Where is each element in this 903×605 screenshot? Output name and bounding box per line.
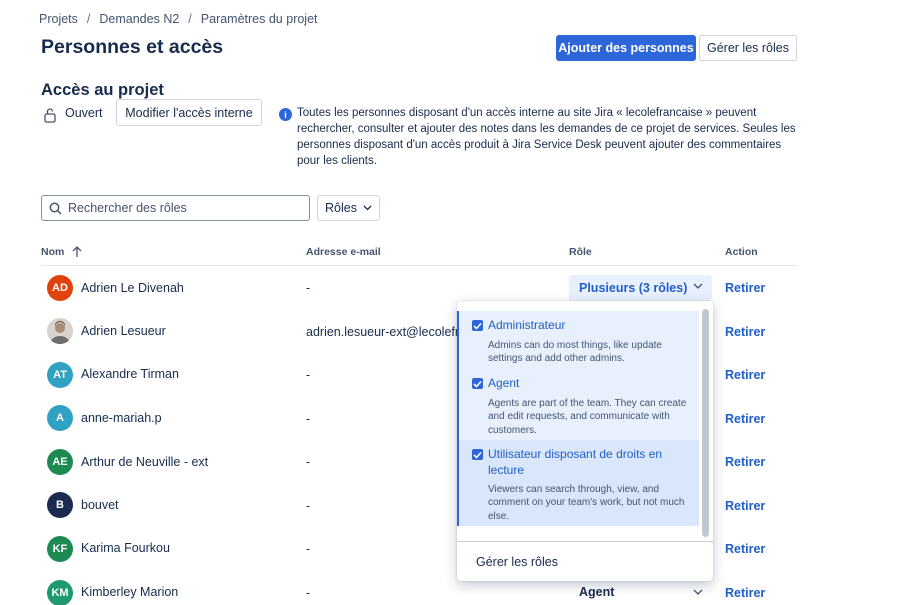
search-roles-field[interactable]: [41, 195, 310, 221]
lock-open-icon: [44, 108, 56, 123]
role-option-label: Agent: [488, 376, 520, 390]
breadcrumb-item-settings[interactable]: Paramètres du projet: [201, 12, 318, 26]
avatar: AE: [47, 449, 73, 475]
user-email: -: [306, 412, 311, 426]
remove-user-button[interactable]: Retirer: [725, 542, 765, 556]
user-name: anne-mariah.p: [81, 411, 162, 425]
info-icon: i: [279, 108, 292, 121]
manage-roles-button[interactable]: Gérer les rôles: [699, 35, 797, 61]
remove-user-button[interactable]: Retirer: [725, 455, 765, 469]
user-name: Adrien Lesueur: [81, 324, 166, 338]
user-email: -: [306, 455, 311, 469]
table-row: AE Arthur de Neuville - ext - Retirer: [0, 440, 903, 484]
role-select-value[interactable]: Agent: [579, 585, 614, 599]
search-roles-input[interactable]: [68, 201, 288, 215]
user-email: -: [306, 281, 311, 295]
user-name: Kimberley Marion: [81, 585, 179, 599]
dropdown-scrollbar[interactable]: [702, 309, 709, 537]
breadcrumb-item-project[interactable]: Demandes N2: [99, 12, 179, 26]
column-header-name[interactable]: Nom: [41, 246, 82, 258]
avatar-photo: [47, 318, 73, 344]
role-option-label: Utilisateur disposant de droits en lectu…: [488, 447, 663, 477]
user-name: Arthur de Neuville - ext: [81, 455, 209, 469]
checkbox-checked-icon[interactable]: [472, 320, 483, 331]
modify-internal-access-button[interactable]: Modifier l'accès interne: [116, 99, 262, 126]
column-header-role: Rôle: [569, 246, 592, 258]
avatar: KM: [47, 580, 73, 605]
user-name: bouvet: [81, 498, 119, 512]
remove-user-button[interactable]: Retirer: [725, 499, 765, 513]
breadcrumb-separator: /: [86, 12, 91, 26]
column-header-action: Action: [725, 246, 758, 258]
table-row: Adrien Lesueur adrien.lesueur-ext@lecole…: [0, 310, 903, 354]
remove-user-button[interactable]: Retirer: [725, 368, 765, 382]
remove-user-button[interactable]: Retirer: [725, 586, 765, 600]
breadcrumb-item-projects[interactable]: Projets: [39, 12, 78, 26]
role-select-value: Plusieurs (3 rôles): [579, 281, 688, 295]
avatar: AT: [47, 362, 73, 388]
role-option-label: Administrateur: [488, 318, 566, 332]
avatar: B: [47, 492, 73, 518]
manage-roles-link[interactable]: Gérer les rôles: [476, 555, 558, 569]
add-people-button[interactable]: Ajouter des personnes: [556, 35, 696, 61]
table-row: KM Kimberley Marion - Agent Retirer: [0, 571, 903, 605]
dropdown-divider: [457, 541, 713, 542]
role-option-administrateur[interactable]: Administrateur Admins can do most things…: [457, 311, 699, 369]
role-option-description: Agents are part of the team. They can cr…: [488, 398, 687, 436]
user-email: -: [306, 586, 311, 600]
sort-ascending-icon: [72, 246, 82, 257]
user-email: -: [306, 368, 311, 382]
user-name: Adrien Le Divenah: [81, 281, 184, 295]
access-status: Ouvert: [43, 105, 103, 123]
chevron-down-icon: [693, 283, 703, 289]
table-row: KF Karima Fourkou - Retirer: [0, 527, 903, 571]
table-row: B bouvet - Retirer: [0, 484, 903, 528]
access-info-text: Toutes les personnes disposant d'un accè…: [297, 107, 796, 167]
checkbox-checked-icon[interactable]: [472, 378, 483, 389]
role-dropdown-menu: Administrateur Admins can do most things…: [457, 301, 713, 581]
user-name: Alexandre Tirman: [81, 367, 179, 381]
checkbox-checked-icon[interactable]: [472, 449, 483, 460]
remove-user-button[interactable]: Retirer: [725, 281, 765, 295]
roles-filter-label: Rôles: [325, 201, 357, 215]
chevron-down-icon: [363, 205, 372, 211]
breadcrumb: Projets / Demandes N2 / Paramètres du pr…: [39, 12, 318, 26]
role-option-viewer[interactable]: Utilisateur disposant de droits en lectu…: [457, 440, 699, 526]
column-header-email: Adresse e-mail: [306, 246, 381, 258]
role-option-agent[interactable]: Agent Agents are part of the team. They …: [457, 369, 699, 440]
avatar: A: [47, 405, 73, 431]
remove-user-button[interactable]: Retirer: [725, 412, 765, 426]
role-select[interactable]: Plusieurs (3 rôles): [569, 275, 712, 301]
roles-filter-button[interactable]: Rôles: [317, 195, 380, 221]
role-option-description: Viewers can search through, view, and co…: [488, 484, 685, 522]
avatar: KF: [47, 536, 73, 562]
access-status-label: Ouvert: [65, 106, 103, 120]
role-option-description: Admins can do most things, like update s…: [488, 340, 662, 365]
user-email: -: [306, 542, 311, 556]
avatar: AD: [47, 275, 73, 301]
table-row: AT Alexandre Tirman - Retirer: [0, 353, 903, 397]
remove-user-button[interactable]: Retirer: [725, 325, 765, 339]
person-photo-icon: [47, 318, 73, 344]
table-row: A anne-mariah.p - Retirer: [0, 397, 903, 441]
access-section-title: Accès au projet: [41, 81, 164, 99]
user-name: Karima Fourkou: [81, 541, 170, 555]
page-title: Personnes et accès: [41, 36, 224, 58]
breadcrumb-separator: /: [188, 12, 192, 26]
table-row: AD Adrien Le Divenah - Plusieurs (3 rôle…: [0, 266, 903, 310]
search-icon: [49, 202, 62, 215]
user-email: -: [306, 499, 311, 513]
chevron-down-icon[interactable]: [693, 589, 703, 596]
user-email: adrien.lesueur-ext@lecolefra: [306, 325, 466, 339]
